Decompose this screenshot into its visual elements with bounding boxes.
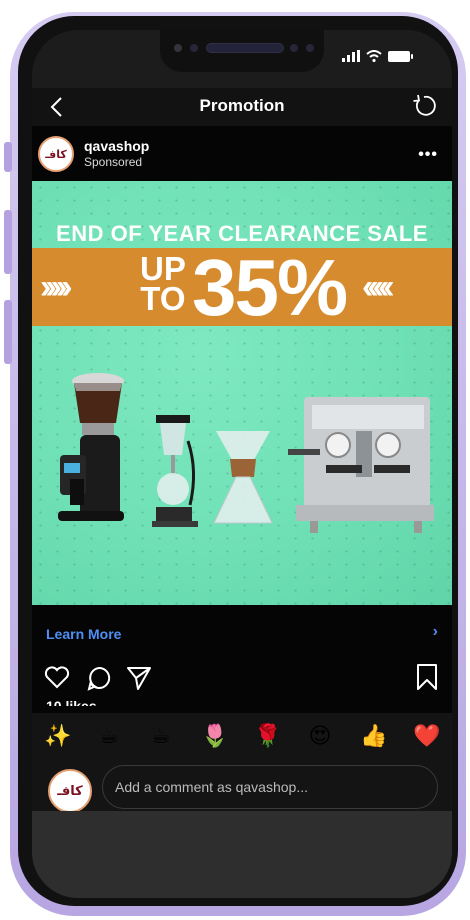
status-bar (32, 30, 452, 88)
tulip-reaction[interactable]: 🌷 (201, 723, 228, 749)
learn-more-bar[interactable]: Learn More › (32, 605, 452, 655)
heart-icon[interactable] (44, 665, 70, 689)
status-icons (342, 50, 413, 62)
more-icon[interactable]: ••• (418, 146, 438, 164)
sensor-dot (190, 44, 198, 52)
post-header: کافـ qavashop Sponsored ••• (32, 126, 452, 181)
to-label: TO (140, 280, 186, 317)
likes-count[interactable]: 10 likes (46, 698, 97, 706)
bottom-area (32, 811, 452, 898)
up-to-label: UP TO (140, 252, 186, 317)
thumbs-up-reaction[interactable]: 👍 (360, 723, 387, 749)
coffee-reaction[interactable]: ☕ (148, 723, 174, 749)
mute-switch (4, 142, 12, 172)
heart-eyes-reaction[interactable]: 😍 (307, 723, 333, 749)
avatar-logo-text: کافـ (57, 783, 83, 798)
siphon-brewer-image (152, 415, 198, 527)
avatar-logo-text: کافـ (45, 148, 67, 161)
top-nav: Promotion (32, 88, 452, 126)
discount-percent: 35% (192, 243, 348, 332)
comment-bar: کافـ Add a comment as qavashop... (32, 761, 452, 813)
learn-more-link[interactable]: Learn More (46, 626, 121, 642)
phone-screen: Promotion کافـ qavashop Sponsored ••• EN… (32, 30, 452, 898)
page-title: Promotion (199, 96, 285, 115)
battery-icon (388, 50, 413, 62)
avatar: کافـ (48, 769, 92, 813)
wifi-icon (366, 50, 382, 62)
notch (160, 30, 324, 72)
sparkles-reaction[interactable]: ✨ (44, 723, 71, 749)
coffee-reaction[interactable]: ☕ (96, 723, 122, 749)
reaction-bar: ✨ ☕ ☕ 🌷 🌹 😍 👍 ❤️ (32, 713, 452, 761)
ad-image[interactable]: END OF YEAR CLEARANCE SALE ››››› UP TO 3… (32, 181, 452, 605)
chemex-image (213, 431, 273, 524)
chevrons-right: ‹‹‹‹‹ (362, 268, 395, 306)
espresso-machine-image (288, 397, 434, 533)
bookmark-icon[interactable] (416, 663, 438, 691)
rose-reaction[interactable]: 🌹 (254, 723, 281, 749)
sensor-dot (290, 44, 298, 52)
avatar[interactable]: کافـ (38, 136, 74, 172)
chevron-right-icon: › (432, 623, 438, 640)
sale-band: ››››› UP TO 35% ‹‹‹‹‹ (32, 243, 452, 332)
username[interactable]: qavashop (84, 138, 149, 154)
share-icon[interactable] (126, 665, 152, 691)
signal-icon (342, 50, 360, 62)
refresh-icon[interactable] (410, 92, 438, 120)
sensor-dot (174, 44, 182, 52)
volume-up-button (4, 210, 12, 274)
camera-dot (306, 44, 314, 52)
speaker-grille (206, 43, 284, 53)
coffee-grinder-image (58, 373, 124, 521)
comment-input[interactable]: Add a comment as qavashop... (102, 765, 438, 809)
chevrons-left: ››››› (40, 268, 73, 306)
sponsored-label: Sponsored (84, 155, 143, 169)
red-heart-reaction[interactable]: ❤️ (413, 723, 440, 749)
comment-icon[interactable] (86, 665, 112, 691)
action-bar: 10 likes (32, 655, 452, 713)
volume-down-button (4, 300, 12, 364)
